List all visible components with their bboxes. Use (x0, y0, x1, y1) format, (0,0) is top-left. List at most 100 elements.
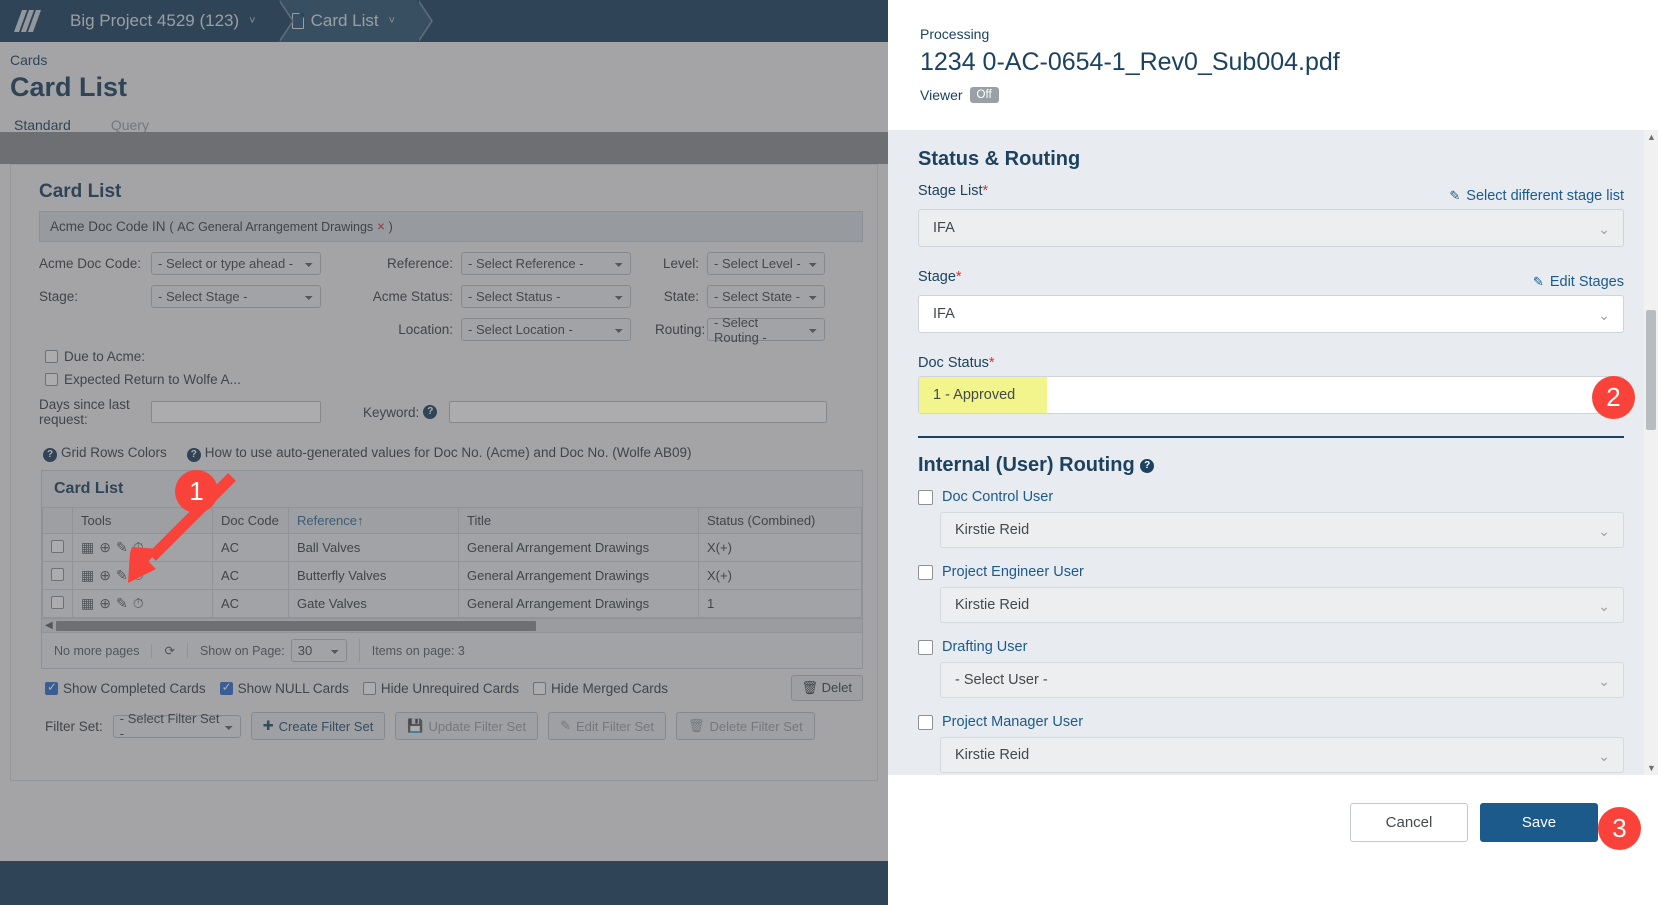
doc-status-select[interactable]: 1 - Approved ⌄ (918, 376, 1624, 414)
scroll-up-icon[interactable]: ▲ (1647, 132, 1656, 142)
create-filter-set-button[interactable]: ✚ Create Filter Set (250, 712, 386, 741)
delete-filter-set-button[interactable]: 🗑 Delete Filter Set (676, 712, 815, 741)
stage-select[interactable]: IFA ⌄ (918, 295, 1624, 333)
plus-icon: ✚ (262, 718, 274, 734)
table-row[interactable]: ▦ ⊕ ✎ ⏱ AC Gate Valves General Arrangement … (42, 589, 862, 619)
viewer-toggle[interactable]: Viewer Off (920, 87, 1626, 103)
checkbox-box[interactable] (918, 639, 933, 655)
pager-refresh[interactable]: ⟳ (152, 643, 188, 659)
checkbox-box[interactable] (45, 680, 58, 696)
refresh-icon[interactable]: ⟳ (164, 643, 174, 658)
checkbox-show-completed-cards[interactable]: Show Completed Cards (45, 680, 206, 696)
drafting-user-checkbox[interactable]: Drafting User (918, 639, 1624, 655)
select-different-stage-list-link[interactable]: ✎ Select different stage list (1449, 188, 1624, 204)
cancel-button[interactable]: Cancel (1350, 803, 1468, 842)
checkbox-due-to-acme[interactable]: Due to Acme: (45, 349, 877, 364)
edit-filter-set-button[interactable]: ✎ Edit Filter Set (548, 712, 666, 741)
breadcrumb: Cards (10, 52, 48, 68)
checkbox-box[interactable] (532, 682, 546, 696)
project-manager-user-select[interactable]: Kirstie Reid ⌄ (940, 737, 1624, 773)
panel-eyebrow: Processing (920, 26, 990, 42)
drafting-user-select[interactable]: - Select User - ⌄ (940, 662, 1624, 698)
breadcrumb-project-label: Big Project 4529 (123) (70, 11, 240, 30)
filter-select-routing[interactable]: - Select Routing - (707, 315, 825, 345)
checkbox-box[interactable] (45, 350, 58, 363)
add-icon[interactable]: ⊕ (99, 595, 111, 612)
chevron-down-icon: ⌄ (1598, 307, 1610, 323)
page-title: Card List (10, 72, 128, 102)
filter-select-state[interactable]: - Select State - (707, 285, 825, 308)
doc-control-user-checkbox[interactable]: Doc Control User (918, 489, 1624, 505)
filter-set-label: Filter Set: (45, 718, 103, 734)
history-icon[interactable]: ⏱ (133, 595, 144, 612)
checkbox-expected-return[interactable]: Expected Return to Wolfe A... (45, 372, 877, 387)
stage-list-select[interactable]: IFA ⌄ (918, 209, 1624, 247)
row-checkbox[interactable] (51, 539, 64, 553)
column-select-all[interactable] (42, 507, 73, 534)
annotation-arrow-1 (128, 473, 236, 583)
viewer-state-badge[interactable]: Off (969, 87, 999, 103)
checkbox-hide-merged-cards[interactable]: Hide Merged Cards (532, 681, 668, 696)
help-icon[interactable]: ? (423, 405, 438, 419)
pager-show-on-page-select[interactable]: 30 (290, 639, 347, 663)
scroll-left-icon[interactable]: ◀ (45, 620, 53, 631)
row-checkbox[interactable] (51, 595, 64, 609)
breadcrumb-card-list[interactable]: Card List ˅ (277, 0, 434, 42)
delete-button[interactable]: 🗑 Delet (790, 674, 863, 701)
filter-set-select[interactable]: - Select Filter Set - (112, 711, 241, 741)
save-button[interactable]: Save (1480, 803, 1598, 842)
panel-vertical-scrollbar[interactable]: ▲ ▼ (1644, 130, 1658, 775)
keyword-input[interactable] (449, 401, 828, 423)
checkbox-show-null-cards[interactable]: Show NULL Cards (219, 680, 349, 697)
help-link-auto-generated-values[interactable]: ? How to use auto-generated values for Do… (186, 445, 692, 462)
checkbox-box[interactable] (219, 680, 233, 696)
row-checkbox-cell[interactable] (42, 532, 73, 563)
checkbox-label: Show NULL Cards (237, 681, 349, 697)
days-since-input[interactable] (151, 401, 321, 423)
project-manager-user-checkbox[interactable]: Project Manager User (918, 714, 1624, 730)
checkbox-box[interactable] (45, 373, 58, 386)
checkbox-box[interactable] (918, 714, 933, 730)
copy-icon[interactable]: ▦ (81, 539, 94, 556)
update-filter-set-button[interactable]: 💾 Update Filter Set (395, 712, 539, 741)
row-checkbox[interactable] (51, 567, 64, 581)
filter-select-location[interactable]: - Select Location - (461, 318, 631, 341)
column-reference[interactable]: Reference↑ (288, 507, 459, 534)
checkbox-box[interactable] (918, 489, 933, 505)
menu-icon[interactable] (0, 0, 56, 42)
project-engineer-user-checkbox[interactable]: Project Engineer User (918, 564, 1624, 580)
scroll-down-icon[interactable]: ▼ (1647, 763, 1656, 773)
edit-stages-link[interactable]: ✎ Edit Stages (1533, 274, 1624, 290)
filter-label-acme-status: Acme Status: (372, 289, 453, 304)
checkbox-box[interactable] (918, 564, 933, 580)
create-filter-set-label: Create Filter Set (278, 718, 374, 734)
checkbox-hide-unrequired-cards[interactable]: Hide Unrequired Cards (362, 681, 519, 696)
internal-routing-heading-label: Internal (User) Routing (918, 454, 1135, 476)
row-checkbox-cell[interactable] (42, 561, 73, 591)
project-engineer-user-select[interactable]: Kirstie Reid ⌄ (940, 587, 1624, 623)
filter-select-reference[interactable]: - Select Reference - (461, 252, 631, 275)
checkbox-box[interactable] (362, 682, 376, 696)
update-filter-set-label: Update Filter Set (428, 718, 527, 734)
filter-select-acme-status[interactable]: - Select Status - (461, 285, 631, 308)
annotation-marker-1: 1 (175, 470, 218, 513)
row-title: General Arrangement Drawings (458, 589, 699, 619)
chevron-down-icon: ⌄ (1598, 598, 1610, 614)
breadcrumb-project[interactable]: Big Project 4529 (123) ˅ (56, 0, 294, 42)
scrollbar-thumb[interactable] (56, 621, 536, 632)
copy-icon[interactable]: ▦ (81, 595, 94, 612)
close-icon[interactable]: × (377, 219, 385, 234)
row-tools-cell[interactable]: ▦ ⊕ ✎ ⏱ (72, 589, 213, 619)
chevron-down-icon: ⌄ (1598, 221, 1610, 237)
stage-list-value: IFA (933, 220, 955, 236)
grid-horizontal-scrollbar[interactable]: ◀ (42, 618, 862, 633)
pencil-icon[interactable]: ✎ (116, 595, 128, 612)
filter-select-stage[interactable]: - Select Stage - (151, 285, 321, 308)
help-icon[interactable]: ? (1140, 458, 1155, 473)
scrollbar-thumb[interactable] (1646, 310, 1656, 430)
row-checkbox-cell[interactable] (42, 589, 73, 619)
filter-select-level[interactable]: - Select Level - (707, 252, 825, 275)
filter-select-acme-doc-code[interactable]: - Select or type ahead - (151, 252, 321, 275)
copy-icon[interactable]: ▦ (81, 567, 94, 584)
doc-control-user-select[interactable]: Kirstie Reid ⌄ (940, 512, 1624, 548)
